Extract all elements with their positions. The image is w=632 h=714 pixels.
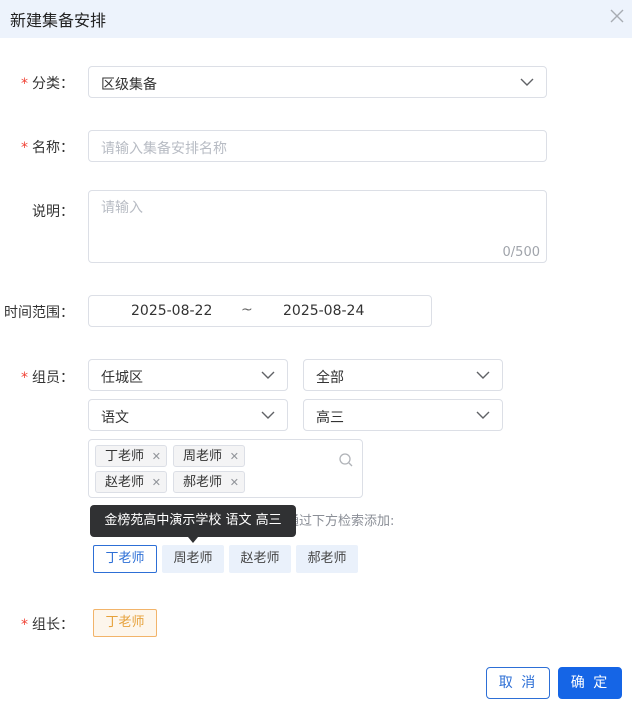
description-label: 说明： bbox=[32, 204, 74, 220]
chevron-down-icon bbox=[476, 411, 490, 419]
leader-tag[interactable]: 丁老师 bbox=[93, 609, 157, 637]
confirm-button[interactable]: 确 定 bbox=[558, 667, 622, 699]
tag-close-icon[interactable]: ✕ bbox=[230, 446, 239, 468]
tag-close-icon[interactable]: ✕ bbox=[152, 472, 161, 494]
tooltip-arrow bbox=[188, 537, 198, 543]
chevron-down-icon bbox=[520, 78, 534, 86]
chevron-down-icon bbox=[261, 371, 275, 379]
end-date[interactable]: 2025-08-24 bbox=[283, 303, 364, 319]
name-label: * 名称： bbox=[21, 140, 74, 156]
time-range-label: 时间范围： bbox=[4, 305, 74, 321]
candidate-chip[interactable]: 周老师 bbox=[162, 545, 224, 573]
member-tag: 丁老师 ✕ bbox=[95, 445, 167, 467]
chevron-down-icon bbox=[261, 411, 275, 419]
district-value: 任城区 bbox=[101, 370, 143, 386]
close-icon[interactable] bbox=[606, 5, 628, 27]
member-tag-select[interactable]: 丁老师 ✕ 周老师 ✕ 赵老师 ✕ 郝老师 ✕ bbox=[88, 439, 363, 498]
member-tag: 周老师 ✕ bbox=[173, 445, 245, 467]
category-label: * 分类： bbox=[21, 76, 74, 92]
grade-value: 高三 bbox=[316, 410, 344, 426]
category-value: 区级集备 bbox=[101, 77, 157, 93]
name-input[interactable]: 请输入集备安排名称 bbox=[88, 130, 547, 162]
grade-select[interactable]: 高三 bbox=[303, 399, 503, 431]
range-separator: ~ bbox=[241, 302, 253, 318]
description-placeholder: 请输入 bbox=[101, 200, 143, 216]
district-select[interactable]: 任城区 bbox=[88, 359, 288, 391]
leader-label: * 组长： bbox=[21, 617, 74, 633]
name-placeholder: 请输入集备安排名称 bbox=[101, 141, 227, 157]
search-icon[interactable] bbox=[338, 452, 354, 468]
members-label: * 组员： bbox=[21, 370, 74, 386]
school-value: 全部 bbox=[316, 370, 344, 386]
start-date[interactable]: 2025-08-22 bbox=[131, 303, 212, 319]
tag-close-icon[interactable]: ✕ bbox=[230, 472, 239, 494]
date-range-picker[interactable]: 2025-08-22 ~ 2025-08-24 bbox=[88, 295, 432, 327]
description-textarea[interactable]: 请输入 0/500 bbox=[88, 190, 547, 263]
cancel-button[interactable]: 取 消 bbox=[486, 667, 550, 699]
school-tooltip: 金榜苑高中演示学校 语文 高三 bbox=[90, 505, 296, 537]
member-tag: 郝老师 ✕ bbox=[173, 471, 245, 493]
chevron-down-icon bbox=[476, 371, 490, 379]
category-select[interactable]: 区级集备 bbox=[88, 66, 547, 98]
search-hint: 通过下方检索添加: bbox=[286, 514, 395, 529]
subject-select[interactable]: 语文 bbox=[88, 399, 288, 431]
school-select[interactable]: 全部 bbox=[303, 359, 503, 391]
candidate-chip[interactable]: 赵老师 bbox=[229, 545, 291, 573]
char-counter: 0/500 bbox=[502, 245, 540, 260]
dialog-title: 新建集备安排 bbox=[10, 11, 107, 30]
tag-close-icon[interactable]: ✕ bbox=[152, 446, 161, 468]
candidate-chip[interactable]: 郝老师 bbox=[296, 545, 358, 573]
member-tag: 赵老师 ✕ bbox=[95, 471, 167, 493]
dialog-header: 新建集备安排 bbox=[0, 0, 632, 38]
candidate-chip[interactable]: 丁老师 bbox=[93, 545, 157, 573]
subject-value: 语文 bbox=[101, 410, 129, 426]
